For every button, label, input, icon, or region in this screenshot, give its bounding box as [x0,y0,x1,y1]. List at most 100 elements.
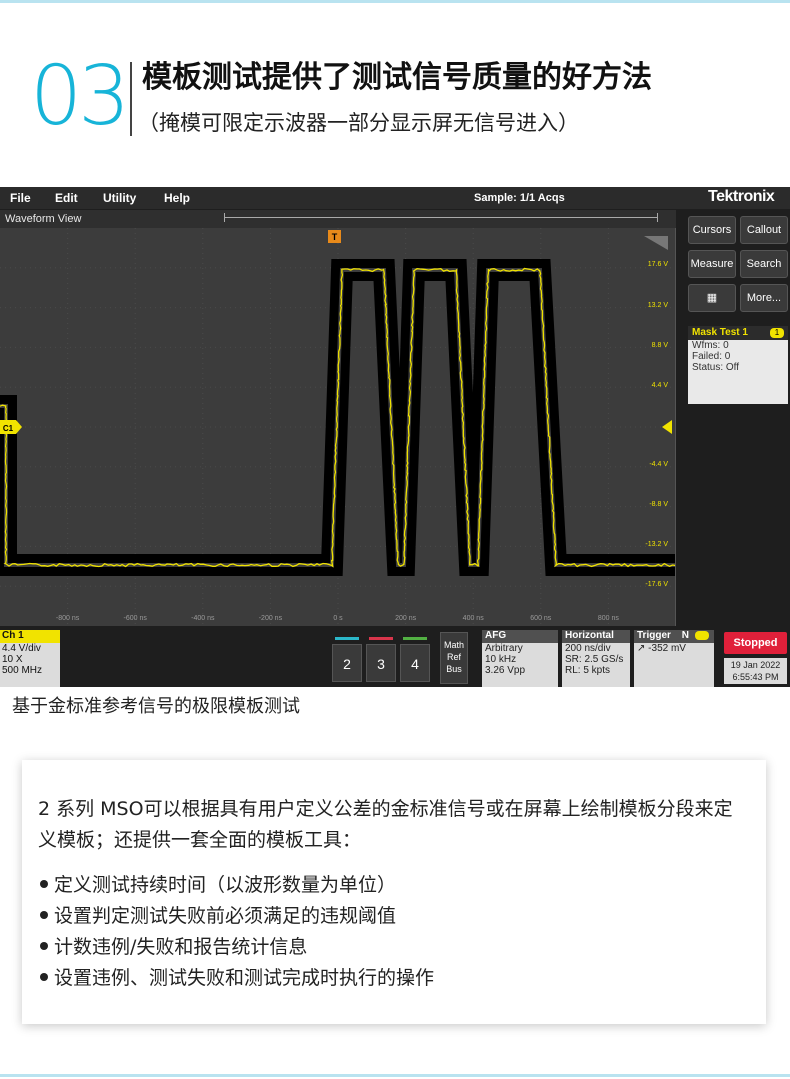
x-axis-label: -200 ns [259,615,283,622]
y-axis-label: -8.8 V [649,501,668,508]
list-item-text: 定义测试持续时间（以波形数量为单位） [54,874,397,896]
x-axis-label: -800 ns [56,615,80,622]
channel-1-marker[interactable]: C1 [0,420,22,434]
afg-waveform: Arbitrary [485,643,523,654]
trigger-badge[interactable]: Trigger N ↗ -352 mV [634,630,714,687]
bullet-icon [40,880,48,888]
channel-2-color-strip [335,637,359,640]
afg-badge[interactable]: AFG Arbitrary 10 kHz 3.26 Vpp [482,630,558,687]
channel-1-probe: 10 X [2,654,23,665]
add-results-button[interactable]: ▦ [688,284,736,312]
channel-2-label: 2 [343,656,351,672]
oscilloscope-screenshot: File Edit Utility Help Sample: 1/1 Acqs … [0,187,790,687]
channel-4-button[interactable]: 4 [400,637,430,682]
channel-badge-icon: 1 [770,328,784,338]
measure-button[interactable]: Measure [688,250,736,278]
time: 6:55:43 PM [732,672,779,682]
trigger-level-arrow-icon[interactable] [662,420,672,434]
header-separator [130,62,132,136]
bullet-icon [40,911,48,919]
bus-label: Bus [446,664,462,674]
bullet-icon [40,942,48,950]
settings-bar: Ch 1 4.4 V/div 10 X 500 MHz 2 3 4 Math R… [0,630,790,687]
y-axis-label: 4.4 V [652,382,669,389]
mask-test-badge[interactable]: Mask Test 1 1 Wfms: 0 Failed: 0 Status: … [688,326,788,404]
section-number: 03 [30,49,130,144]
menu-utility[interactable]: Utility [103,191,136,205]
trigger-title: Trigger N [634,630,714,643]
bullet-icon [40,973,48,981]
trigger-source-icon [694,630,709,640]
list-item-text: 设置判定测试失败前必须满足的违规阈值 [54,905,397,927]
channel-1-title: Ch 1 [0,630,60,643]
svg-text:C1: C1 [3,424,14,433]
y-axis-label: 13.2 V [648,302,669,309]
y-axis-label: -13.2 V [645,541,668,548]
acquisition-status: Sample: 1/1 Acqs [474,192,565,204]
mask-status: Status: Off [692,362,740,373]
afg-amplitude: 3.26 Vpp [485,665,526,676]
waveform-graph: 17.6 V 13.2 V 8.8 V 4.4 V -4.4 V -8.8 V -13.2 … [0,228,675,626]
channel-1-badge[interactable]: Ch 1 4.4 V/div 10 X 500 MHz [0,630,60,687]
horizontal-scale: 200 ns/div [565,643,611,654]
waveform-view-title: Waveform View [0,210,676,228]
page-title: 模板测试提供了测试信号质量的好方法 [142,60,652,95]
ref-label: Ref [446,652,461,662]
afg-frequency: 10 kHz [485,654,517,665]
y-axis-label: -4.4 V [649,461,668,468]
mask-wfms: Wfms: 0 [692,340,729,351]
list-item-text: 计数违例/失败和报告统计信息 [54,936,308,958]
list-item-text: 设置违例、测试失败和测试完成时执行的操作 [54,967,435,989]
channel-2-button[interactable]: 2 [332,637,362,682]
waveform-plot[interactable]: 17.6 V 13.2 V 8.8 V 4.4 V -4.4 V -8.8 V -13.2 … [0,228,676,626]
more-button[interactable]: More... [740,284,788,312]
x-axis-label: 200 ns [395,615,417,622]
rising-edge-icon: ↗ [637,643,646,654]
y-axis-label: 17.6 V [648,261,669,268]
x-axis-label: -400 ns [191,615,215,622]
cursors-button[interactable]: Cursors [688,216,736,244]
side-panel: Cursors Callout Measure Search ▦ More...… [684,210,790,630]
horizontal-sample-rate: SR: 2.5 GS/s [565,654,624,665]
trigger-title-text: Trigger [637,630,671,641]
channel-4-color-strip [403,637,427,640]
list-item: 定义测试持续时间（以波形数量为单位） [38,870,750,901]
horizontal-record-length: RL: 5 kpts [565,665,611,676]
feature-list: 定义测试持续时间（以波形数量为单位） 设置判定测试失败前必须满足的违规阈值 计数… [38,870,750,994]
channel-3-button[interactable]: 3 [366,637,396,682]
list-item: 设置违例、测试失败和测试完成时执行的操作 [38,963,750,994]
zoom-corner-icon[interactable] [644,236,668,250]
callout-button[interactable]: Callout [740,216,788,244]
afg-title: AFG [482,630,558,643]
search-button[interactable]: Search [740,250,788,278]
y-axis-label: 8.8 V [652,342,669,349]
date: 19 Jan 2022 [730,660,781,670]
channel-4-label: 4 [411,656,419,672]
svg-text:T: T [332,232,338,242]
x-axis-label: 0 s [333,615,343,622]
x-axis-labels: -800 ns -600 ns -400 ns -200 ns 0 s 200 ns 400… [56,615,619,622]
figure-caption: 基于金标准参考信号的极限模板测试 [12,696,300,717]
page-subtitle: （掩模可限定示波器一部分显示屏无信号进入） [138,111,579,135]
run-stop-status[interactable]: Stopped [724,632,787,654]
menu-edit[interactable]: Edit [55,191,78,205]
menu-file[interactable]: File [10,191,31,205]
trigger-mode: N [681,630,689,641]
list-item: 设置判定测试失败前必须满足的违规阈值 [38,901,750,932]
trigger-level-value: -352 mV [648,643,686,654]
math-ref-bus-button[interactable]: Math Ref Bus [440,632,468,684]
top-divider [0,0,790,3]
menu-help[interactable]: Help [164,191,190,205]
horizontal-badge[interactable]: Horizontal 200 ns/div SR: 2.5 GS/s RL: 5… [562,630,630,687]
trigger-level: ↗ -352 mV [634,643,714,654]
bottom-divider [0,1074,790,1077]
channel-1-scale: 4.4 V/div [2,643,41,654]
x-axis-label: 400 ns [463,615,485,622]
card-paragraph: 2 系列 MSO可以根据具有用户定义公差的金标准信号或在屏幕上绘制模板分段来定义… [38,798,733,851]
info-card: 2 系列 MSO可以根据具有用户定义公差的金标准信号或在屏幕上绘制模板分段来定义… [22,760,766,1024]
time-overview-bar[interactable] [224,213,658,222]
horizontal-title: Horizontal [562,630,630,643]
x-axis-label: -600 ns [124,615,148,622]
list-item: 计数违例/失败和报告统计信息 [38,932,750,963]
trigger-marker[interactable]: T [328,230,341,243]
